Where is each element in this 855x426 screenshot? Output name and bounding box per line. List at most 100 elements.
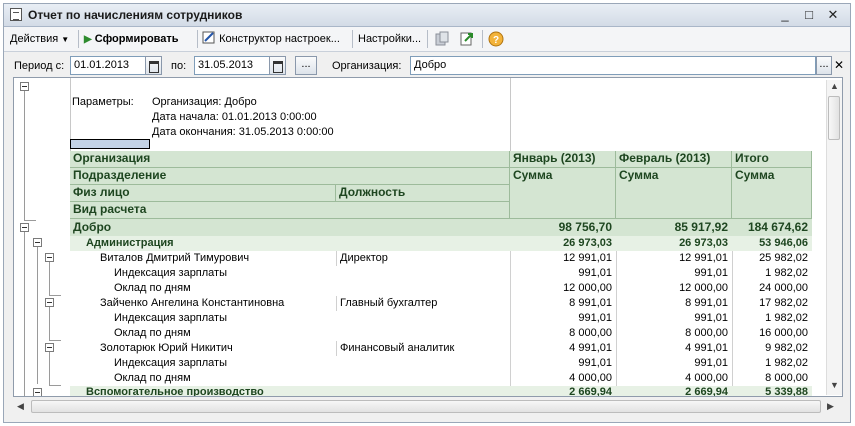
row-value-3: 53 946,06 bbox=[759, 237, 808, 249]
toolbar-divider bbox=[482, 30, 483, 48]
row-value-1: 2 669,94 bbox=[569, 386, 612, 397]
row-name: Администрация bbox=[86, 237, 174, 249]
collapse-params-icon[interactable] bbox=[20, 82, 29, 91]
collapse-person-icon[interactable] bbox=[45, 298, 54, 307]
toolbar-divider bbox=[427, 30, 428, 48]
selected-cell[interactable] bbox=[70, 139, 150, 149]
table-row[interactable]: Оклад по дням 12 000,00 12 000,00 24 000… bbox=[70, 281, 812, 297]
scroll-up-icon[interactable]: ▲ bbox=[830, 81, 839, 91]
table-row[interactable]: Добро 98 756,70 85 917,92 184 674,62 bbox=[70, 219, 812, 236]
tree-line bbox=[49, 262, 50, 296]
constructor-icon bbox=[202, 31, 215, 44]
header-total: Итого bbox=[732, 151, 812, 168]
collapse-person-icon[interactable] bbox=[45, 343, 54, 352]
table-row[interactable]: Оклад по дням 4 000,00 4 000,00 8 000,00 bbox=[70, 371, 812, 387]
organization-select-button[interactable]: ... bbox=[816, 56, 832, 75]
report-icon bbox=[10, 8, 22, 21]
svg-text:?: ? bbox=[493, 35, 499, 46]
row-name: Оклад по дням bbox=[114, 282, 191, 294]
header-sum-3: Сумма bbox=[732, 168, 812, 219]
clear-icon[interactable]: ✕ bbox=[834, 58, 844, 72]
collapse-department-icon[interactable] bbox=[33, 238, 42, 247]
load-settings-icon[interactable] bbox=[459, 31, 475, 47]
row-value-1: 26 973,03 bbox=[563, 237, 612, 249]
table-row[interactable]: Оклад по дням 8 000,00 8 000,00 16 000,0… bbox=[70, 326, 812, 342]
calendar-icon[interactable] bbox=[269, 56, 286, 75]
title-bar: Отчет по начислениям сотрудников _ □ ✕ bbox=[4, 4, 850, 27]
period-from-label: Период с: bbox=[14, 60, 65, 72]
tree-line bbox=[49, 340, 61, 341]
scroll-right-icon[interactable]: ▶ bbox=[827, 401, 834, 412]
table-row[interactable]: Индексация зарплаты 991,01 991,01 1 982,… bbox=[70, 356, 812, 372]
row-value-2: 12 000,00 bbox=[616, 281, 732, 296]
tree-line bbox=[49, 385, 61, 386]
toolbar-divider bbox=[197, 30, 198, 48]
tree-line bbox=[24, 220, 36, 221]
row-position: Финансовый аналитик bbox=[336, 341, 510, 356]
row-value-2: 26 973,03 bbox=[679, 237, 728, 249]
organization-input[interactable]: Добро bbox=[410, 56, 816, 75]
row-value-1: 991,01 bbox=[510, 266, 616, 281]
table-row[interactable]: Индексация зарплаты 991,01 991,01 1 982,… bbox=[70, 266, 812, 282]
header-calc-type: Вид расчета bbox=[70, 202, 510, 219]
table-row[interactable]: Администрация 26 973,03 26 973,03 53 946… bbox=[70, 236, 812, 251]
row-value-3: 25 982,02 bbox=[732, 251, 812, 266]
help-icon[interactable]: ? bbox=[488, 31, 504, 47]
generate-button[interactable]: ▶ Сформировать bbox=[84, 31, 179, 47]
tree-line bbox=[49, 307, 50, 341]
row-value-1: 4 000,00 bbox=[510, 371, 616, 386]
collapse-person-icon[interactable] bbox=[45, 253, 54, 262]
row-name: Индексация зарплаты bbox=[114, 357, 228, 369]
calendar-icon[interactable] bbox=[145, 56, 162, 75]
filter-bar: Период с: 01.01.2013 по: 31.05.2013 ... … bbox=[4, 53, 850, 79]
toolbar: Действия ▼ ▶ Сформировать Конструктор на… bbox=[4, 27, 850, 52]
period-from-input[interactable]: 01.01.2013 bbox=[70, 56, 146, 75]
row-name: Оклад по дням bbox=[114, 372, 191, 384]
toolbar-divider bbox=[352, 30, 353, 48]
scroll-left-icon[interactable]: ◀ bbox=[17, 401, 24, 412]
scroll-down-icon[interactable]: ▼ bbox=[830, 380, 839, 390]
actions-menu[interactable]: Действия ▼ bbox=[10, 31, 69, 47]
horizontal-scrollbar[interactable]: ◀ ▶ bbox=[13, 398, 843, 416]
vertical-scroll-thumb[interactable] bbox=[828, 96, 840, 140]
row-name: Индексация зарплаты bbox=[114, 312, 228, 324]
row-value-3: 1 982,02 bbox=[732, 311, 812, 326]
row-position: Директор bbox=[336, 251, 510, 266]
save-settings-icon[interactable] bbox=[434, 31, 450, 47]
table-row[interactable]: Зайченко Ангелина Константиновна Главный… bbox=[70, 296, 812, 312]
table-row[interactable]: Индексация зарплаты 991,01 991,01 1 982,… bbox=[70, 311, 812, 327]
row-name: Добро bbox=[73, 220, 112, 234]
horizontal-scroll-thumb[interactable] bbox=[31, 400, 821, 413]
row-value-2: 8 000,00 bbox=[616, 326, 732, 341]
period-to-input[interactable]: 31.05.2013 bbox=[194, 56, 270, 75]
collapse-organization-icon[interactable] bbox=[20, 223, 29, 232]
row-value-3: 1 982,02 bbox=[732, 356, 812, 371]
vertical-scrollbar[interactable]: ▲ ▼ bbox=[826, 80, 842, 395]
maximize-button[interactable]: □ bbox=[800, 6, 818, 23]
collapse-department-icon[interactable] bbox=[33, 388, 42, 396]
tree-line bbox=[24, 232, 25, 396]
row-value-3: 16 000,00 bbox=[732, 326, 812, 341]
row-value-2: 991,01 bbox=[616, 356, 732, 371]
row-value-1: 991,01 bbox=[510, 311, 616, 326]
table-row[interactable]: Золотарюк Юрий Никитич Финансовый аналит… bbox=[70, 341, 812, 357]
table-row[interactable]: Вспомогательное производство 2 669,94 2 … bbox=[70, 386, 812, 397]
settings-button[interactable]: Настройки... bbox=[358, 31, 421, 47]
constructor-button[interactable]: Конструктор настроек... bbox=[202, 31, 340, 47]
chevron-down-icon: ▼ bbox=[61, 35, 70, 44]
minimize-button[interactable]: _ bbox=[776, 6, 794, 23]
parameters-label: Параметры: bbox=[72, 96, 134, 108]
row-value-3: 24 000,00 bbox=[732, 281, 812, 296]
play-icon: ▶ bbox=[84, 34, 92, 45]
window-title: Отчет по начислениям сотрудников bbox=[28, 8, 243, 22]
grouping-gutter bbox=[14, 78, 71, 396]
row-value-1: 8 991,01 bbox=[510, 296, 616, 311]
row-value-1: 991,01 bbox=[510, 356, 616, 371]
toolbar-divider bbox=[78, 30, 79, 48]
close-button[interactable]: ✕ bbox=[824, 6, 842, 23]
table-row[interactable]: Виталов Дмитрий Тимурович Директор 12 99… bbox=[70, 251, 812, 267]
period-select-button[interactable]: ... bbox=[295, 56, 317, 75]
parameters-block: Параметры: Организация: Добро Дата начал… bbox=[70, 78, 510, 150]
row-value-1: 8 000,00 bbox=[510, 326, 616, 341]
row-value-2: 8 991,01 bbox=[616, 296, 732, 311]
